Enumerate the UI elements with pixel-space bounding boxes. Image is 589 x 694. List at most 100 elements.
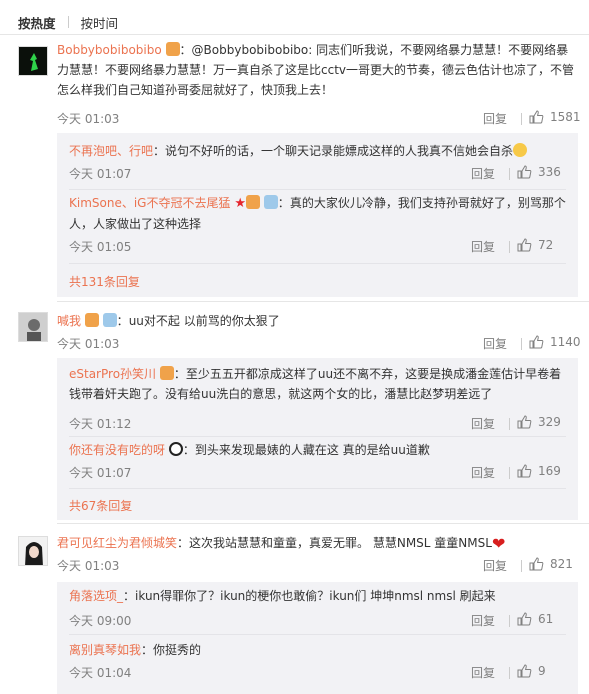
thumbs-up-icon (517, 464, 532, 478)
vip-badge-icon (159, 366, 174, 380)
reply-button[interactable]: 回复 (471, 415, 495, 432)
meta-divider (521, 338, 522, 350)
sub-divider (69, 189, 566, 190)
sub-reply-time: 今天 01:04 (69, 666, 132, 680)
like-count: 9 (538, 664, 546, 678)
reply-button[interactable]: 回复 (483, 557, 507, 574)
like-button[interactable]: 336 (517, 165, 561, 179)
comment-time: 今天 01:03 (57, 112, 120, 126)
sub-replies-box: eStarPro孙笑川 ：至少五五开都凉成这样了uu还不离不弃，这要是换成潘金莲… (57, 358, 578, 520)
thumbs-up-icon (517, 664, 532, 678)
comment-username[interactable]: 君可见红尘为君倾城笑 (57, 536, 177, 550)
comment-text: 这次我站慧慧和童童，真爱无罪。 慧慧NMSL 童童NMSL (189, 536, 492, 550)
meta-divider (521, 113, 522, 125)
more-replies-link[interactable]: 共131条回复 (69, 273, 140, 290)
sub-reply: 你还有没有吃的呀 ：到头来发现最婊的人藏在这 真的是给uu道歉 今天 01:07… (69, 442, 561, 480)
sub-reply-time: 今天 01:05 (69, 240, 132, 254)
sub-divider (69, 634, 566, 635)
comment-body: 喊我 ：uu对不起 以前骂的你太狠了 (57, 313, 280, 328)
reply-button[interactable]: 回复 (471, 612, 495, 629)
like-count: 1581 (550, 110, 581, 124)
reply-button[interactable]: 回复 (471, 238, 495, 255)
sub-reply-text: 说句不好听的话，一个聊天记录能嫖成这样的人我真不信她会自杀 (165, 144, 514, 158)
thumbs-up-icon (517, 415, 532, 429)
reply-button[interactable]: 回复 (471, 664, 495, 681)
avatar[interactable] (18, 536, 48, 566)
reply-button[interactable]: 回复 (471, 165, 495, 182)
panda-emoji-icon (168, 442, 183, 456)
sub-reply-username[interactable]: KimSone、iG不夺冠不去尾猛 (69, 196, 230, 210)
thumbs-up-icon (517, 165, 532, 179)
comment-text: uu对不起 以前骂的你太狠了 (128, 314, 280, 328)
meta-divider (509, 168, 510, 180)
sort-by-time-tab[interactable]: 按时间 (81, 13, 119, 32)
like-button[interactable]: 1140 (529, 335, 581, 349)
like-count: 72 (538, 238, 554, 252)
meta-divider (509, 667, 510, 679)
sub-reply: 角落选项_：ikun得罪你了？ikun的梗你也敢偷？ikun们 坤坤nmsl n… (69, 589, 554, 628)
thumbs-up-icon (529, 335, 544, 349)
comment-username[interactable]: 喊我 (57, 314, 81, 328)
avatar[interactable] (18, 312, 48, 342)
avatar[interactable] (18, 46, 48, 76)
member-badge-icon (102, 313, 117, 327)
meta-divider (509, 418, 510, 430)
comment-meta: 今天 01:03 回复 821 (57, 557, 579, 575)
like-button[interactable]: 9 (517, 664, 546, 678)
comment-username[interactable]: Bobbybobibobibo (57, 43, 162, 57)
like-count: 61 (538, 612, 554, 626)
thumbs-up-icon (529, 557, 544, 571)
sub-reply-text: 到头来发现最婊的人藏在这 真的是给uu道歉 (194, 443, 430, 457)
meta-divider (509, 241, 510, 253)
sub-reply-text: 你挺秀的 (153, 643, 202, 657)
like-button[interactable]: 329 (517, 415, 561, 429)
member-badge-icon (263, 195, 278, 209)
top-divider (0, 34, 589, 35)
like-button[interactable]: 169 (517, 464, 561, 478)
avatar-person-icon (19, 313, 47, 341)
sub-reply: KimSone、iG不夺冠不去尾猛 ★ ：真的大家伙儿冷静，我们支持孙哥就好了，… (69, 195, 566, 254)
sub-reply-time: 今天 01:07 (69, 466, 132, 480)
vip-badge-icon (165, 42, 180, 56)
reply-button[interactable]: 回复 (483, 335, 507, 352)
meta-divider (509, 467, 510, 479)
sub-reply-username[interactable]: 角落选项_ (69, 589, 123, 603)
sub-reply-username[interactable]: 不再泡吧、行吧 (69, 144, 153, 158)
sub-divider (69, 263, 566, 264)
sub-replies-box: 不再泡吧、行吧：说句不好听的话，一个聊天记录能嫖成这样的人我真不信她会自杀 今天… (57, 133, 578, 297)
sub-reply-username[interactable]: 你还有没有吃的呀 (69, 443, 165, 457)
sub-reply: 不再泡吧、行吧：说句不好听的话，一个聊天记录能嫖成这样的人我真不信她会自杀 今天… (69, 143, 561, 181)
like-button[interactable]: 1581 (529, 110, 581, 124)
sub-divider (69, 488, 566, 489)
sub-reply: eStarPro孙笑川 ：至少五五开都凉成这样了uu还不离不弃，这要是换成潘金莲… (69, 366, 562, 431)
like-count: 1140 (550, 335, 581, 349)
sort-bar: 按热度 按时间 (18, 12, 118, 32)
comment-meta: 今天 01:03 回复 1140 (57, 335, 581, 353)
comment-meta: 今天 01:03 回复 1581 (57, 110, 581, 128)
like-count: 329 (538, 415, 561, 429)
sub-reply-text: ikun得罪你了？ikun的梗你也敢偷？ikun们 坤坤nmsl nmsl 刷起… (135, 589, 496, 603)
like-button[interactable]: 821 (529, 557, 573, 571)
vip-badge-icon (84, 313, 99, 327)
heart-emoji-icon: ❤ (491, 534, 506, 553)
like-button[interactable]: 61 (517, 612, 553, 626)
sub-reply-time: 今天 01:07 (69, 167, 132, 181)
comment-time: 今天 01:03 (57, 559, 120, 573)
comment-divider (57, 523, 589, 524)
sort-by-hot-tab[interactable]: 按热度 (18, 13, 56, 32)
reply-button[interactable]: 回复 (471, 464, 495, 481)
sub-divider (69, 436, 566, 437)
sub-reply-username[interactable]: eStarPro孙笑川 (69, 367, 156, 381)
sub-replies-box: 角落选项_：ikun得罪你了？ikun的梗你也敢偷？ikun们 坤坤nmsl n… (57, 582, 578, 694)
reply-button[interactable]: 回复 (483, 110, 507, 127)
sub-reply-username[interactable]: 离别真琴如我 (69, 643, 141, 657)
sort-divider (67, 16, 69, 28)
like-button[interactable]: 72 (517, 238, 553, 252)
more-replies-link[interactable]: 共67条回复 (69, 497, 132, 514)
star-icon: ★ (234, 196, 246, 211)
thumbs-up-icon (517, 238, 532, 252)
thumbs-up-icon (517, 612, 532, 626)
meta-divider (521, 560, 522, 572)
thumbs-up-icon (529, 110, 544, 124)
sub-reply-time: 今天 09:00 (69, 614, 132, 628)
